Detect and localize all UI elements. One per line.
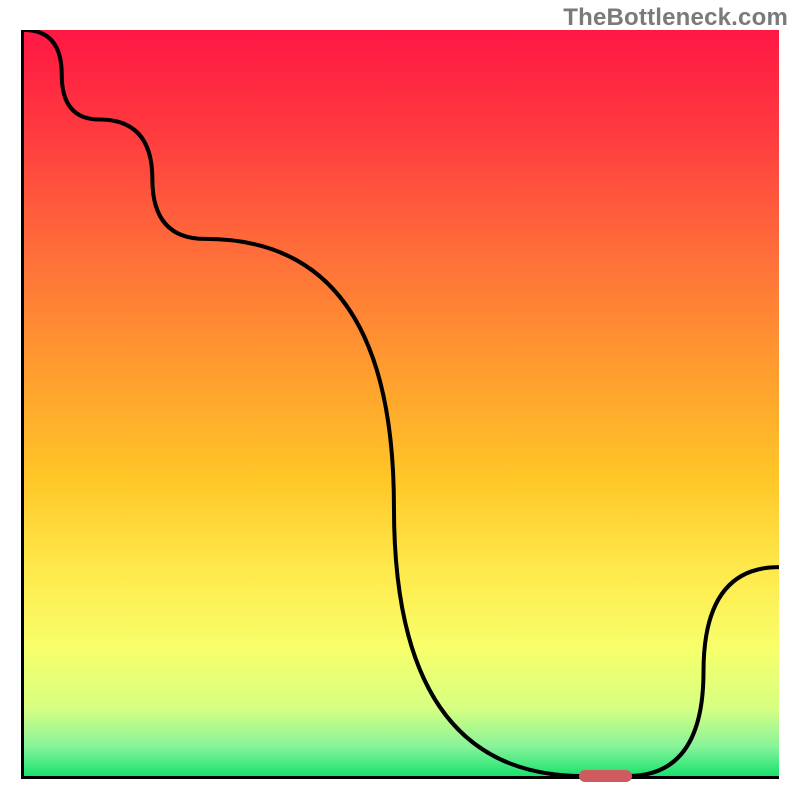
chart-container: TheBottleneck.com [0,0,800,800]
gradient-rect [24,30,779,776]
optimal-marker [579,770,632,782]
watermark-label: TheBottleneck.com [563,4,788,32]
plot-area [21,30,779,779]
gradient-background [24,30,779,776]
